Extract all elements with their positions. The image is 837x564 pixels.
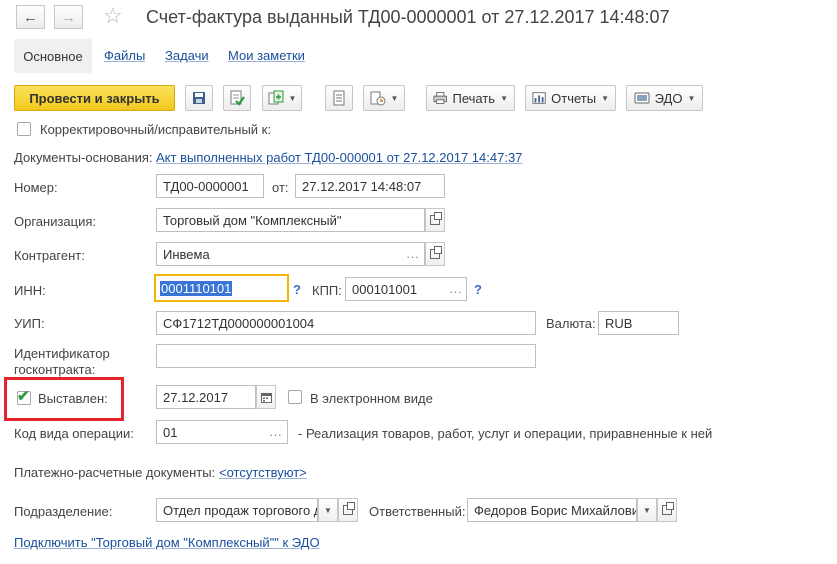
arrow-left-icon: ← — [23, 8, 38, 26]
journal-button[interactable] — [325, 85, 353, 111]
tab-main-label: Основное — [23, 48, 83, 64]
contractor-field[interactable]: Инвема — [156, 242, 425, 266]
department-field[interactable]: Отдел продаж торгового д — [156, 498, 318, 522]
issued-label: Выставлен: — [38, 391, 108, 406]
checkmark-icon: ✔ — [17, 388, 30, 405]
kpp-select-button[interactable]: ... — [445, 278, 467, 300]
favorite-star-icon[interactable]: ☆ — [103, 2, 123, 30]
save-button[interactable] — [185, 85, 213, 111]
chevron-down-icon: ▼ — [288, 93, 297, 103]
number-label: Номер: — [14, 180, 58, 195]
kpp-help-icon[interactable]: ? — [474, 282, 482, 297]
responsible-open-button[interactable] — [657, 498, 677, 522]
organization-open-button[interactable] — [425, 208, 445, 232]
tab-files[interactable]: Файлы — [104, 48, 145, 63]
open-external-icon — [343, 502, 355, 515]
correction-label: Корректировочный/исправительный к: — [40, 122, 271, 137]
open-external-icon — [430, 212, 442, 225]
calendar-icon — [260, 392, 272, 403]
department-label: Подразделение: — [14, 504, 113, 519]
forward-button[interactable]: → — [54, 5, 83, 29]
list-icon — [333, 90, 345, 106]
chevron-down-icon: ▼ — [601, 93, 609, 103]
currency-field[interactable]: RUB — [598, 311, 679, 335]
electronic-checkbox[interactable] — [288, 390, 302, 404]
chevron-down-icon: ▼ — [643, 505, 651, 515]
document-structure-icon — [370, 91, 386, 106]
create-based-on-icon — [268, 90, 284, 105]
ellipsis-icon: ... — [269, 425, 283, 439]
reports-button[interactable]: Отчеты ▼ — [525, 85, 616, 111]
base-documents-link[interactable]: Акт выполненных работ ТД00-000001 от 27.… — [156, 150, 522, 165]
edo-icon — [634, 92, 650, 104]
payment-documents-link[interactable]: <отсутствуют> — [219, 465, 307, 480]
date-field[interactable]: 27.12.2017 14:48:07 — [295, 174, 445, 198]
page-title: Счет-фактура выданный ТД00-0000001 от 27… — [146, 7, 670, 27]
report-chart-icon — [532, 92, 546, 104]
post-button[interactable] — [223, 85, 251, 111]
edo-button[interactable]: ЭДО ▼ — [626, 85, 703, 111]
electronic-label: В электронном виде — [310, 391, 433, 406]
post-and-close-button[interactable]: Провести и закрыть — [14, 85, 175, 111]
responsible-label: Ответственный: — [369, 504, 466, 519]
currency-label: Валюта: — [546, 316, 596, 331]
create-based-on-button[interactable]: ▼ — [262, 85, 302, 111]
print-button[interactable]: Печать ▼ — [426, 85, 515, 111]
edo-label: ЭДО — [654, 90, 683, 106]
tab-my-notes[interactable]: Мои заметки — [228, 48, 305, 63]
organization-field[interactable]: Торговый дом "Комплексный" — [156, 208, 425, 232]
print-label: Печать — [452, 90, 496, 106]
department-open-button[interactable] — [338, 498, 358, 522]
ellipsis-icon: ... — [406, 247, 420, 261]
payment-documents-label: Платежно-расчетные документы: — [14, 465, 216, 480]
arrow-right-icon: → — [61, 8, 76, 26]
floppy-disk-icon — [193, 92, 205, 104]
tab-main[interactable]: Основное — [14, 39, 92, 73]
date-label: от: — [272, 180, 289, 195]
department-dropdown-button[interactable]: ▼ — [318, 498, 338, 522]
connect-edo-link[interactable]: Подключить "Торговый дом "Комплексный"" … — [14, 535, 320, 550]
inn-value: 0001110101 — [160, 280, 233, 296]
uip-field[interactable]: СФ1712ТД000000001004 — [156, 311, 536, 335]
chevron-down-icon: ▼ — [324, 505, 332, 515]
inn-label: ИНН: — [14, 283, 46, 298]
open-external-icon — [430, 246, 442, 259]
reports-label: Отчеты — [551, 90, 597, 106]
inn-help-icon[interactable]: ? — [293, 282, 301, 297]
base-documents-label: Документы-основания: — [14, 150, 153, 165]
gov-contract-field[interactable] — [156, 344, 536, 368]
printer-icon — [433, 92, 448, 104]
ellipsis-icon: ... — [449, 282, 463, 296]
operation-code-label: Код вида операции: — [14, 426, 134, 441]
tab-tasks[interactable]: Задачи — [165, 48, 209, 63]
chevron-down-icon: ▼ — [390, 93, 399, 103]
kpp-label: КПП: — [312, 283, 342, 298]
correction-checkbox[interactable] — [17, 122, 31, 136]
chevron-down-icon: ▼ — [500, 93, 508, 103]
post-document-icon — [230, 90, 245, 106]
issued-date-field[interactable]: 27.12.2017 — [156, 385, 256, 409]
chevron-down-icon: ▼ — [687, 93, 696, 103]
responsible-dropdown-button[interactable]: ▼ — [637, 498, 657, 522]
number-field[interactable]: ТД00-0000001 — [156, 174, 264, 198]
contractor-label: Контрагент: — [14, 248, 85, 263]
calendar-button[interactable] — [256, 385, 276, 409]
uip-label: УИП: — [14, 316, 45, 331]
open-external-icon — [662, 502, 674, 515]
operation-code-select-button[interactable]: ... — [265, 421, 287, 443]
inn-field[interactable]: 0001110101 — [154, 274, 289, 302]
gov-contract-label: Идентификатор госконтракта: — [14, 346, 110, 377]
responsible-field[interactable]: Федоров Борис Михайлови — [467, 498, 637, 522]
contractor-select-button[interactable]: ... — [402, 243, 424, 265]
operation-code-description: - Реализация товаров, работ, услуг и опе… — [298, 426, 713, 441]
organization-label: Организация: — [14, 214, 97, 229]
back-button[interactable]: ← — [16, 5, 45, 29]
contractor-open-button[interactable] — [425, 242, 445, 266]
structure-button[interactable]: ▼ — [363, 85, 405, 111]
